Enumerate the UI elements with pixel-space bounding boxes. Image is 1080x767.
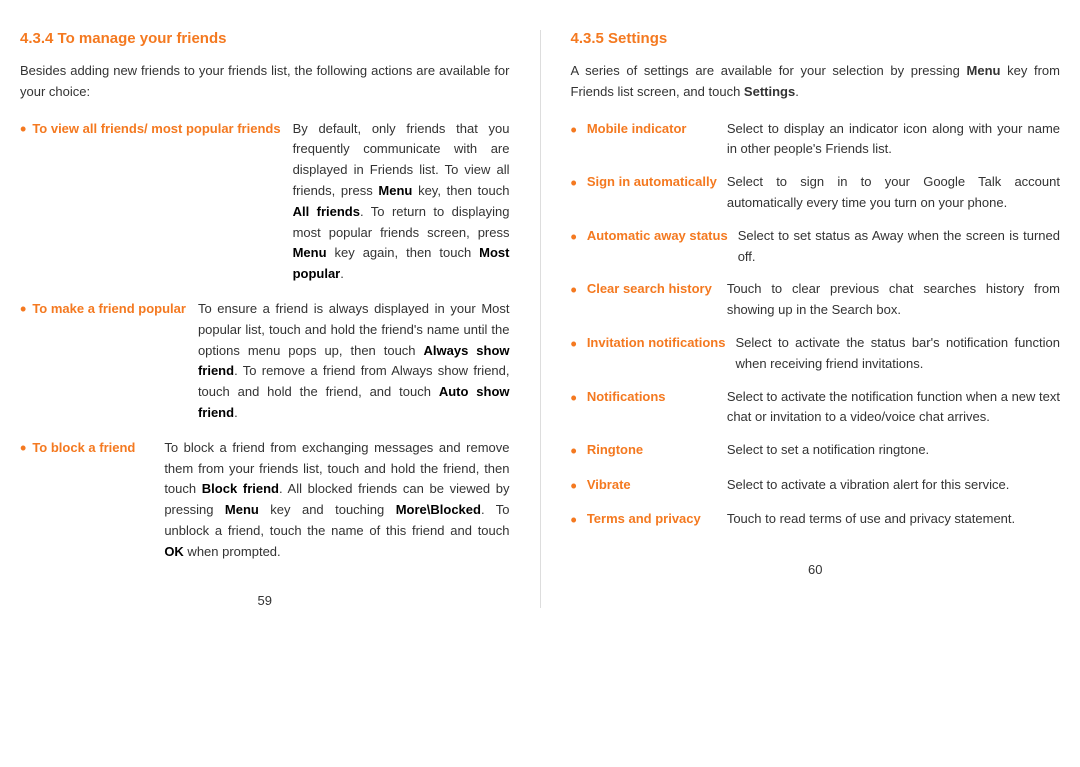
bullet-3: • To block a friend To block a friend fr…: [20, 438, 510, 563]
settings-row-terms: • Terms and privacy Touch to read terms …: [571, 509, 1061, 532]
settings-dot-3: •: [571, 227, 577, 249]
settings-key-invitation-notifications: Invitation notifications: [587, 333, 726, 354]
settings-key-ringtone: Ringtone: [587, 440, 717, 461]
settings-val-sign-in: Select to sign in to your Google Talk ac…: [727, 172, 1060, 214]
settings-dot-8: •: [571, 476, 577, 498]
settings-val-invitation-notifications: Select to activate the status bar's noti…: [735, 333, 1060, 375]
settings-val-terms: Touch to read terms of use and privacy s…: [727, 509, 1015, 530]
settings-dot-1: •: [571, 120, 577, 142]
bullet-content-1: To view all friends/ most popular friend…: [32, 119, 509, 285]
settings-val-vibrate: Select to activate a vibration alert for…: [727, 475, 1010, 496]
bullet-content-2: To make a friend popular To ensure a fri…: [32, 299, 509, 424]
settings-val-automatic-away: Select to set status as Away when the sc…: [738, 226, 1060, 268]
settings-dot-9: •: [571, 510, 577, 532]
bullet-dot-3: •: [20, 438, 26, 460]
right-column: 4.3.5 Settings A series of settings are …: [541, 30, 1061, 608]
bullet-desc-2: To ensure a friend is always displayed i…: [198, 299, 510, 424]
bullet-content-3: To block a friend To block a friend from…: [32, 438, 509, 563]
settings-row-automatic-away: • Automatic away status Select to set st…: [571, 226, 1061, 268]
settings-dot-5: •: [571, 334, 577, 356]
settings-key-clear-search: Clear search history: [587, 279, 717, 300]
settings-key-automatic-away: Automatic away status: [587, 226, 728, 247]
bullet-1: • To view all friends/ most popular frie…: [20, 119, 510, 285]
bullet-desc-3: To block a friend from exchanging messag…: [164, 438, 509, 563]
right-page-number: 60: [571, 562, 1061, 577]
left-intro: Besides adding new friends to your frien…: [20, 61, 510, 103]
settings-val-clear-search: Touch to clear previous chat searches hi…: [727, 279, 1060, 321]
bullet-desc-1: By default, only friends that you freque…: [293, 119, 510, 285]
settings-row-clear-search: • Clear search history Touch to clear pr…: [571, 279, 1061, 321]
bullet-label-1: To view all friends/ most popular friend…: [32, 119, 280, 140]
settings-dot-2: •: [571, 173, 577, 195]
right-section-heading: 4.3.5 Settings: [571, 30, 1061, 47]
settings-key-sign-in: Sign in automatically: [587, 172, 717, 193]
settings-dot-6: •: [571, 388, 577, 410]
settings-dot-4: •: [571, 280, 577, 302]
bullet-label-2: To make a friend popular: [32, 299, 186, 320]
bullet-label-3: To block a friend: [32, 438, 152, 459]
settings-val-mobile-indicator: Select to display an indicator icon alon…: [727, 119, 1060, 161]
settings-key-vibrate: Vibrate: [587, 475, 717, 496]
settings-row-invitation-notifications: • Invitation notifications Select to act…: [571, 333, 1061, 375]
settings-table: • Mobile indicator Select to display an …: [571, 119, 1061, 532]
settings-key-terms: Terms and privacy: [587, 509, 717, 530]
settings-key-notifications: Notifications: [587, 387, 717, 408]
right-intro: A series of settings are available for y…: [571, 61, 1061, 103]
left-page-number: 59: [20, 593, 510, 608]
settings-row-vibrate: • Vibrate Select to activate a vibration…: [571, 475, 1061, 498]
settings-val-notifications: Select to activate the notification func…: [727, 387, 1060, 429]
settings-key-mobile-indicator: Mobile indicator: [587, 119, 717, 140]
settings-dot-7: •: [571, 441, 577, 463]
bullet-dot-1: •: [20, 119, 26, 141]
settings-row-mobile-indicator: • Mobile indicator Select to display an …: [571, 119, 1061, 161]
settings-row-ringtone: • Ringtone Select to set a notification …: [571, 440, 1061, 463]
bullet-dot-2: •: [20, 299, 26, 321]
left-column: 4.3.4 To manage your friends Besides add…: [20, 30, 541, 608]
page-container: 4.3.4 To manage your friends Besides add…: [0, 0, 1080, 648]
bullet-2: • To make a friend popular To ensure a f…: [20, 299, 510, 424]
settings-val-ringtone: Select to set a notification ringtone.: [727, 440, 929, 461]
left-section-heading: 4.3.4 To manage your friends: [20, 30, 510, 47]
settings-row-notifications: • Notifications Select to activate the n…: [571, 387, 1061, 429]
settings-row-sign-in: • Sign in automatically Select to sign i…: [571, 172, 1061, 214]
